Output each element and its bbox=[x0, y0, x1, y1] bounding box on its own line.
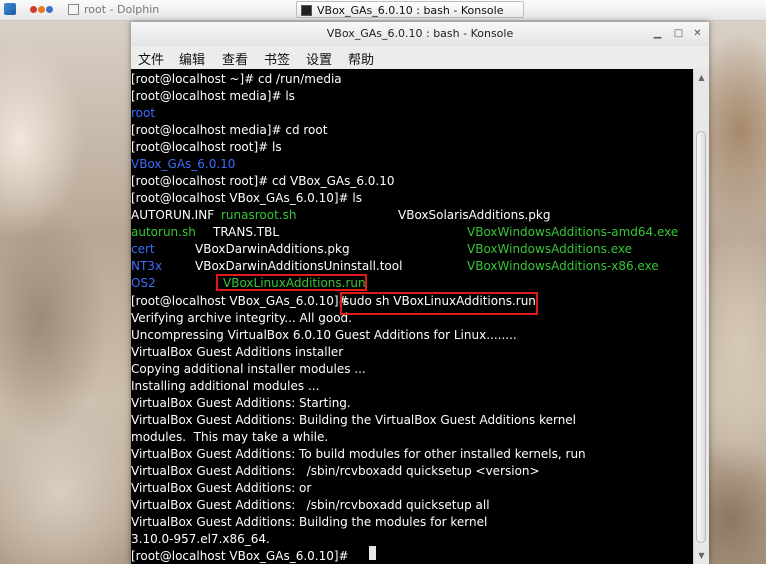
window-titlebar[interactable]: VBox_GAs_6.0.10 : bash - Konsole ▁ □ ✕ bbox=[131, 22, 709, 46]
ls-entry: VBoxDarwinAdditions.pkg bbox=[195, 242, 350, 256]
terminal-line: NT3x VBoxDarwinAdditionsUninstall.tool V… bbox=[131, 258, 693, 275]
terminal-line: VBox_GAs_6.0.10 bbox=[131, 157, 236, 171]
task-konsole[interactable]: VBox_GAs_6.0.10 : bash - Konsole bbox=[296, 1, 524, 18]
terminal-line: [root@localhost root]# ls bbox=[131, 140, 282, 154]
terminal-line: cert VBoxDarwinAdditions.pkg VBoxWindows… bbox=[131, 241, 693, 258]
terminal-line: VirtualBox Guest Additions: /sbin/rcvbox… bbox=[131, 498, 490, 512]
menu-help[interactable]: 帮助 bbox=[348, 49, 374, 68]
terminal-line: [root@localhost VBox_GAs_6.0.10]# bbox=[131, 549, 349, 563]
terminal-line: [root@localhost ~]# cd /run/media bbox=[131, 72, 342, 86]
ls-entry: VBoxDarwinAdditionsUninstall.tool bbox=[195, 259, 403, 273]
ls-entry: VBoxWindowsAdditions.exe bbox=[467, 242, 632, 256]
minimize-icon[interactable]: ▁ bbox=[651, 27, 664, 40]
ls-entry: NT3x bbox=[131, 259, 163, 273]
konsole-window: VBox_GAs_6.0.10 : bash - Konsole ▁ □ ✕ 文… bbox=[131, 22, 709, 564]
maximize-icon[interactable]: □ bbox=[672, 27, 685, 40]
menu-bookmarks[interactable]: 书签 bbox=[264, 49, 290, 68]
task-label: VBox_GAs_6.0.10 : bash - Konsole bbox=[317, 4, 504, 17]
terminal-line: [root@localhost root]# cd VBox_GAs_6.0.1… bbox=[131, 174, 395, 188]
terminal-line: 3.10.0-957.el7.x86_64. bbox=[131, 532, 270, 546]
terminal-line: VirtualBox Guest Additions: Building the… bbox=[131, 413, 577, 427]
menu-bar: 文件 编辑 查看 书签 设置 帮助 bbox=[131, 46, 709, 68]
scroll-down-icon[interactable]: ▼ bbox=[695, 549, 708, 562]
ls-entry: TRANS.TBL bbox=[213, 225, 280, 239]
terminal-output[interactable]: [root@localhost ~]# cd /run/media [root@… bbox=[131, 69, 693, 564]
ls-entry: AUTORUN.INF bbox=[131, 208, 215, 222]
menu-view[interactable]: 查看 bbox=[222, 49, 248, 68]
terminal-line: VirtualBox Guest Additions: To build mod… bbox=[131, 447, 586, 461]
terminal-line: Verifying archive integrity... All good. bbox=[131, 311, 352, 325]
shell-prompt: [root@localhost VBox_GAs_6.0.10]# bbox=[131, 294, 349, 308]
red-circle-icon[interactable] bbox=[30, 6, 37, 13]
terminal-line: [root@localhost media]# ls bbox=[131, 89, 295, 103]
terminal-line: AUTORUN.INF runasroot.sh VBoxSolarisAddi… bbox=[131, 207, 693, 224]
ls-entry: VBoxWindowsAdditions-x86.exe bbox=[467, 259, 659, 273]
close-icon[interactable]: ✕ bbox=[691, 27, 704, 40]
blue-circle-icon[interactable] bbox=[46, 6, 53, 13]
terminal-line: modules. This may take a while. bbox=[131, 430, 329, 444]
terminal-line: VirtualBox Guest Additions: Starting. bbox=[131, 396, 351, 410]
highlight-box-filename bbox=[216, 274, 367, 291]
ls-entry: autorun.sh bbox=[131, 225, 196, 239]
terminal-line: Uncompressing VirtualBox 6.0.10 Guest Ad… bbox=[131, 328, 517, 342]
task-dolphin[interactable]: root - Dolphin bbox=[64, 1, 264, 18]
task-label: root - Dolphin bbox=[84, 3, 160, 16]
terminal-line: [root@localhost VBox_GAs_6.0.10]# ls bbox=[131, 191, 362, 205]
text-cursor bbox=[369, 546, 376, 560]
terminal-line: Installing additional modules ... bbox=[131, 379, 320, 393]
terminal-line: VirtualBox Guest Additions: /sbin/rcvbox… bbox=[131, 464, 540, 478]
folder-icon bbox=[68, 4, 79, 15]
scroll-up-icon[interactable]: ▲ bbox=[695, 71, 708, 84]
ls-entry: OS2 bbox=[131, 276, 156, 290]
terminal-line: VirtualBox Guest Additions: Building the… bbox=[131, 515, 488, 529]
terminal-line: autorun.sh TRANS.TBL VBoxWindowsAddition… bbox=[131, 224, 693, 241]
terminal-line: Copying additional installer modules ... bbox=[131, 362, 366, 376]
terminal-icon bbox=[301, 5, 312, 16]
window-title: VBox_GAs_6.0.10 : bash - Konsole bbox=[326, 27, 514, 40]
ls-entry: VBoxSolarisAdditions.pkg bbox=[398, 208, 551, 222]
orange-circle-icon[interactable] bbox=[38, 6, 45, 13]
terminal-line: VirtualBox Guest Additions installer bbox=[131, 345, 344, 359]
terminal-scrollbar[interactable]: ▲ ▼ bbox=[693, 69, 709, 564]
menu-settings[interactable]: 设置 bbox=[306, 49, 332, 68]
taskbar: root - Dolphin VBox_GAs_6.0.10 : bash - … bbox=[0, 0, 766, 21]
terminal-line: [root@localhost media]# cd root bbox=[131, 123, 328, 137]
terminal-line: root bbox=[131, 106, 156, 120]
ls-entry: VBoxWindowsAdditions-amd64.exe bbox=[467, 225, 679, 239]
menu-edit[interactable]: 编辑 bbox=[179, 49, 205, 68]
menu-file[interactable]: 文件 bbox=[138, 49, 164, 68]
highlight-box-command bbox=[340, 292, 538, 315]
ls-entry: runasroot.sh bbox=[221, 208, 297, 222]
scrollbar-thumb[interactable] bbox=[696, 131, 706, 543]
launcher-icon[interactable] bbox=[4, 3, 16, 15]
terminal-line: VirtualBox Guest Additions: or bbox=[131, 481, 312, 495]
ls-entry: cert bbox=[131, 242, 155, 256]
